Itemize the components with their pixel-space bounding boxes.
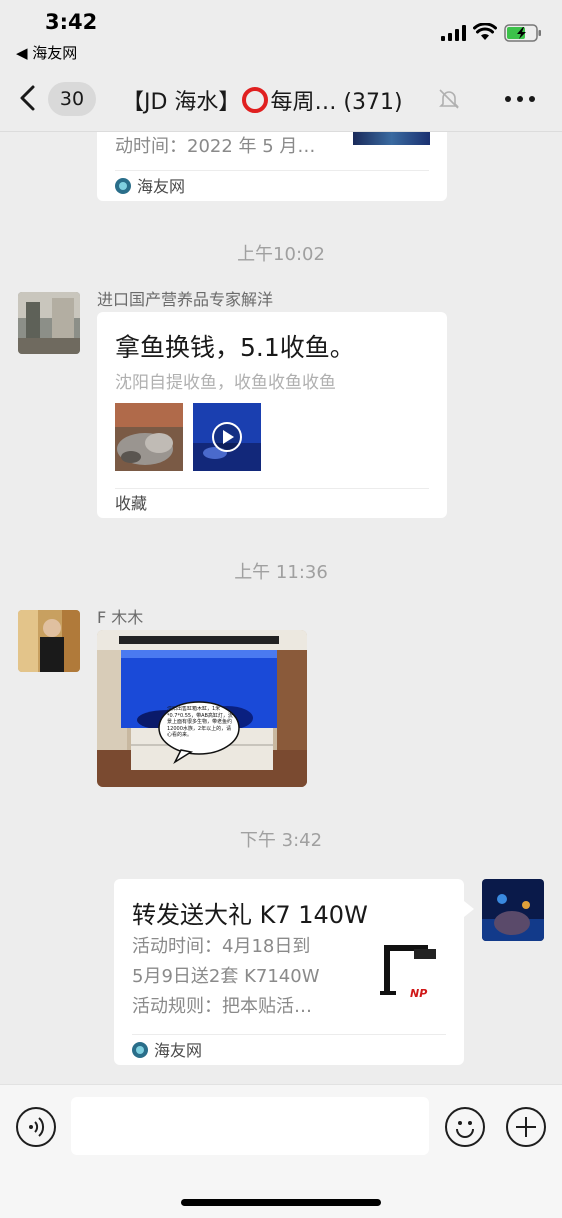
card-source-row: 海友网	[115, 170, 429, 201]
video-thumbnail[interactable]	[193, 403, 261, 471]
battery-charging-icon	[504, 24, 541, 42]
wifi-icon	[473, 23, 497, 40]
chat-title-suffix: 每周… (371)	[270, 90, 403, 115]
link-card-line-1: 活动时间：4月18日到	[132, 936, 311, 957]
timestamp: 下午 3:42	[239, 830, 323, 851]
avatar-image	[482, 879, 544, 941]
card-partial-thumbnail	[353, 132, 430, 145]
card-partial-text: 动时间：2022 年 5 月…	[115, 136, 316, 157]
lamp-brand-logo: NP	[410, 987, 428, 1000]
avatar[interactable]	[482, 879, 544, 941]
voice-input-button[interactable]	[16, 1107, 56, 1147]
more-options-icon[interactable]	[504, 94, 536, 104]
timestamp: 上午10:02	[237, 244, 325, 265]
link-card-partial[interactable]: 动时间：2022 年 5 月… 海友网	[97, 132, 447, 201]
shared-link-card[interactable]: 转发送大礼 K7 140W 活动时间：4月18日到 5月9日送2套 K7140W…	[114, 879, 474, 1065]
link-card-line-3: 活动规则：把本贴活…	[132, 996, 312, 1017]
mute-bell-icon	[439, 89, 459, 109]
chat-title-prefix: 【JD 海水】	[122, 90, 241, 115]
bubble-tail	[464, 901, 474, 917]
card-source-label: 海友网	[154, 1041, 203, 1060]
image-message[interactable]: 沈阳出售缸箱木缸，1米*0.7*0.55，带AB高缸灯，流景上面有很多生物，带老…	[97, 630, 307, 787]
chat-nav-bar: 30 【JD 海水】 每周… (371)	[0, 70, 562, 132]
link-card-title: 转发送大礼 K7 140W	[132, 901, 368, 929]
favorites-label: 收藏	[115, 494, 148, 513]
red-circle-emoji	[242, 87, 269, 113]
avatar[interactable]	[18, 292, 80, 354]
plus-icon	[516, 1117, 536, 1137]
card-source-row: 海友网	[132, 1034, 446, 1065]
haiyou-logo-icon	[132, 1042, 148, 1058]
card-title: 拿鱼换钱，5.1收鱼。	[115, 333, 355, 362]
sender-name: 进口国产营养品专家解洋	[97, 290, 274, 309]
message-input[interactable]	[71, 1097, 429, 1155]
status-bar: 3:42 ◀ 海友网	[0, 0, 562, 70]
link-card-thumbnail: NP	[376, 939, 444, 1007]
back-chevron-icon[interactable]	[18, 84, 38, 112]
voice-icon	[29, 1117, 45, 1137]
aquarium-video	[193, 403, 261, 471]
favorite-card[interactable]: 拿鱼换钱，5.1收鱼。 沈阳自提收鱼，收鱼收鱼收鱼 收藏	[97, 312, 447, 518]
home-indicator[interactable]	[181, 1199, 381, 1206]
chat-title: 【JD 海水】 每周… (371)	[122, 84, 403, 116]
photo-thumbnail[interactable]	[115, 403, 183, 471]
speech-bubble-text: 沈阳出售缸箱木缸，1米*0.7*0.55，带AB高缸灯，流景上面有很多生物，带老…	[167, 706, 233, 738]
smiley-icon	[456, 1121, 474, 1138]
sender-name: F 木木	[97, 608, 144, 627]
card-source-label: 海友网	[137, 177, 186, 196]
timestamp: 上午 11:36	[234, 562, 328, 583]
link-card-line-2: 5月9日送2套 K7140W	[132, 966, 320, 987]
avatar[interactable]	[18, 610, 80, 672]
avatar-image	[18, 292, 80, 354]
card-subtitle: 沈阳自提收鱼，收鱼收鱼收鱼	[115, 373, 336, 393]
avatar-image	[18, 610, 80, 672]
card-footer: 收藏	[115, 488, 429, 518]
emoji-button[interactable]	[445, 1107, 485, 1147]
haiyou-logo-icon	[115, 178, 131, 194]
clock: 3:42	[45, 10, 98, 34]
chat-input-bar	[0, 1084, 562, 1218]
cellular-signal-icon	[441, 25, 466, 41]
rocks-photo	[115, 403, 183, 471]
back-to-app-link[interactable]: ◀ 海友网	[16, 42, 77, 63]
unread-count-badge[interactable]: 30	[48, 82, 96, 116]
more-actions-button[interactable]	[506, 1107, 546, 1147]
